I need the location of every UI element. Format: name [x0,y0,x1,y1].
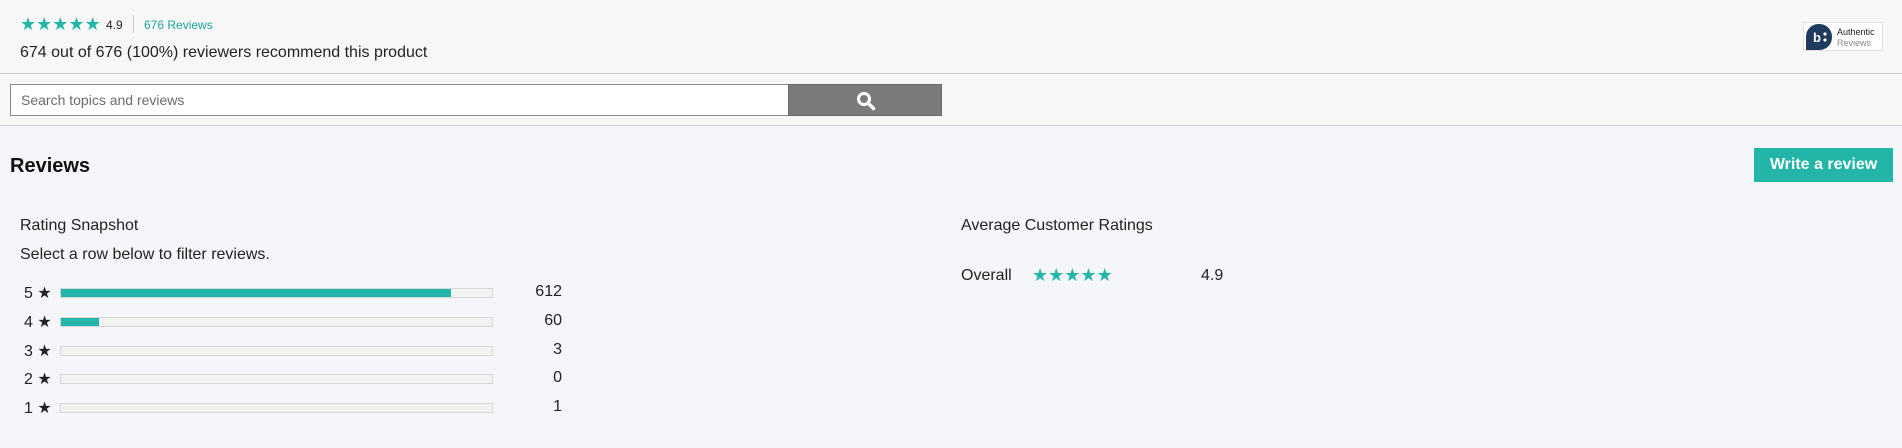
search-input[interactable] [10,84,788,116]
rating-bar-track [60,374,493,384]
rating-row-count: 0 [553,369,562,386]
average-rating-value: 4.9 [106,18,123,32]
rating-row-2[interactable]: 2 ★ 0 [20,366,570,390]
star-icon: ★ [1032,265,1049,285]
rating-row-label: 1 ★ [24,400,52,417]
recommend-summary: 674 out of 676 (100%) reviewers recommen… [20,44,428,61]
summary-stars: ★ ★ ★ ★ ★ [20,15,101,33]
rating-bar-track [60,317,493,327]
overall-rating-value: 4.9 [1201,267,1224,284]
rating-row-count: 1 [553,398,562,415]
rating-row-5[interactable]: 5 ★ 612 [20,280,570,304]
overall-stars: ★ ★ ★ ★ ★ [1032,266,1113,284]
divider [133,15,134,33]
bazaarvoice-logo-icon: b [1806,24,1832,50]
rating-row-count: 612 [535,283,562,300]
rating-row-label: 2 ★ [24,371,52,388]
star-icon: ★ [68,14,85,34]
star-icon: ★ [84,14,101,34]
rating-snapshot-instruction: Select a row below to filter reviews. [20,246,270,263]
rating-snapshot-title: Rating Snapshot [20,217,139,234]
rating-bar-track [60,346,493,356]
search-bar [0,74,1902,126]
star-icon: ★ [1080,265,1097,285]
authentic-reviews-badge: b Authentic Reviews [1803,22,1883,51]
review-summary: ★ ★ ★ ★ ★ 4.9 676 Reviews 674 out of 676 (10… [0,0,1902,74]
rating-row-1[interactable]: 1 ★ 1 [20,395,570,419]
search-icon [857,92,876,111]
rating-bar-track [60,288,493,298]
star-icon: ★ [1048,265,1065,285]
star-icon: ★ [20,14,37,34]
star-icon: ★ [1096,265,1113,285]
rating-row-count: 3 [553,341,562,358]
badge-title: Authentic [1837,27,1875,37]
badge-subtitle: Reviews [1837,38,1872,48]
rating-row-label: 3 ★ [24,343,52,360]
overall-label: Overall [961,267,1012,284]
star-icon: ★ [36,14,53,34]
svg-text:b: b [1813,30,1821,45]
reviews-count-link[interactable]: 676 Reviews [144,18,213,32]
rating-row-count: 60 [544,312,562,329]
rating-row-3[interactable]: 3 ★ 3 [20,338,570,362]
write-review-button[interactable]: Write a review [1754,148,1893,182]
rating-row-4[interactable]: 4 ★ 60 [20,309,570,333]
rating-bar-fill [61,289,452,297]
search-button[interactable] [788,84,942,116]
rating-bar-track [60,403,493,413]
rating-row-label: 4 ★ [24,314,52,331]
average-ratings-title: Average Customer Ratings [961,217,1153,234]
reviews-heading: Reviews [10,155,91,177]
rating-row-label: 5 ★ [24,285,52,302]
star-icon: ★ [52,14,69,34]
rating-bar-fill [61,318,100,326]
star-icon: ★ [1064,265,1081,285]
